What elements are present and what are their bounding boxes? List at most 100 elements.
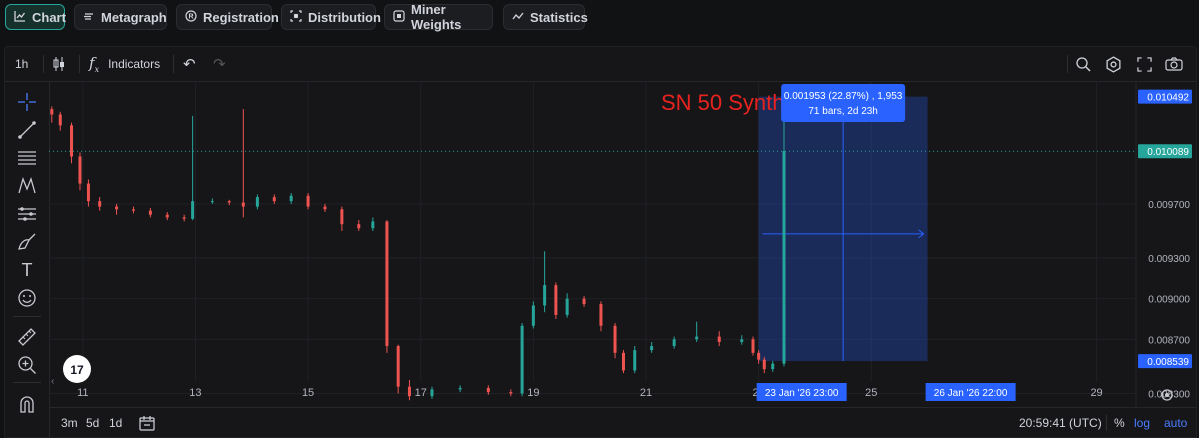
time-tick-label: 17 xyxy=(415,387,427,399)
statistics-icon xyxy=(512,10,524,25)
range-5d[interactable]: 5d xyxy=(86,408,99,438)
zoom-in-icon[interactable] xyxy=(17,355,37,375)
chart-icon xyxy=(14,10,26,25)
settings-gear-icon[interactable] xyxy=(1105,47,1122,81)
date-range-icon[interactable] xyxy=(139,408,155,438)
emoji-icon[interactable] xyxy=(17,288,37,308)
time-label-end: 26 Jan '26 22:00 xyxy=(934,388,1008,399)
price-chart[interactable]: SN 50 Synth 0.001953 (22.87%) , 1,953 71… xyxy=(49,82,1196,407)
candles-icon[interactable] xyxy=(51,47,67,81)
candle-body xyxy=(371,221,375,229)
tab-distribution[interactable]: Distribution xyxy=(281,4,381,30)
top-navigation: Chart Metagraph R Registration Distribut… xyxy=(0,0,1199,36)
indicators-button[interactable]: fx Indicators xyxy=(89,47,160,81)
toolbar-divider xyxy=(173,55,174,73)
price-label-top: 0.010492 xyxy=(1147,93,1189,104)
forecast-icon[interactable] xyxy=(17,204,37,224)
price-axis[interactable]: 0.0097000.0093000.0090000.0087000.008300… xyxy=(1135,82,1196,407)
clock-utc[interactable]: 20:59:41 (UTC) xyxy=(1019,408,1102,438)
tools-divider xyxy=(13,382,41,383)
candle-body xyxy=(210,201,214,203)
candle-body xyxy=(717,336,721,342)
candle-body xyxy=(633,350,637,371)
interval-button[interactable]: 1h xyxy=(15,47,28,81)
tab-miner-weights[interactable]: Miner Weights xyxy=(384,2,493,32)
price-label-bottom: 0.008539 xyxy=(1147,357,1189,368)
candle-body xyxy=(751,339,755,353)
price-tick-label: 0.009300 xyxy=(1148,254,1190,265)
candle-body xyxy=(771,363,775,370)
magnet-icon[interactable] xyxy=(17,394,37,414)
candle-body xyxy=(357,224,361,229)
candle-body xyxy=(486,388,490,393)
tab-miner-weights-label: Miner Weights xyxy=(411,2,462,32)
candle-body xyxy=(554,285,558,315)
undo-icon[interactable]: ↶ xyxy=(183,47,196,81)
miner-weights-icon xyxy=(393,9,405,25)
candle-body xyxy=(385,221,389,347)
tab-statistics[interactable]: Statistics xyxy=(503,4,588,30)
candle-body xyxy=(782,151,786,364)
candle-body xyxy=(762,359,766,370)
candle-body xyxy=(241,202,245,207)
svg-text:17: 17 xyxy=(70,363,84,377)
tab-registration-label: Registration xyxy=(203,9,279,25)
candle-body xyxy=(520,325,524,394)
auto-toggle[interactable]: auto xyxy=(1164,408,1187,438)
time-tick-label: 13 xyxy=(189,387,201,399)
candle-body xyxy=(50,109,54,115)
tradingview-logo: 17 xyxy=(63,355,91,383)
text-tool-icon[interactable]: T xyxy=(17,260,37,280)
quick-search-icon[interactable] xyxy=(1075,47,1091,81)
pattern-icon[interactable] xyxy=(17,176,37,196)
log-toggle[interactable]: log xyxy=(1134,408,1150,438)
candle-body xyxy=(191,201,195,219)
candle-body xyxy=(272,197,276,202)
ruler-icon[interactable] xyxy=(17,327,37,347)
redo-icon[interactable]: ↷ xyxy=(213,47,226,81)
candle-body xyxy=(306,195,310,207)
candle-body xyxy=(58,114,62,126)
candle-body xyxy=(182,217,186,219)
tools-divider xyxy=(13,316,41,317)
percent-toggle[interactable]: % xyxy=(1114,408,1125,438)
time-tick-label: 19 xyxy=(527,387,539,399)
candle-body xyxy=(621,352,625,371)
time-tick-label: 15 xyxy=(302,387,314,399)
candle-body xyxy=(599,304,603,326)
bottom-divider xyxy=(1106,415,1107,431)
candle-body xyxy=(407,386,411,397)
tab-metagraph[interactable]: Metagraph xyxy=(74,4,167,30)
grid-lines xyxy=(49,82,1136,394)
toolbar-divider xyxy=(43,55,44,73)
time-axis[interactable]: 11131517192123252923 Jan '26 23:0026 Jan… xyxy=(77,383,1103,401)
candle-body xyxy=(115,206,119,210)
candle-body xyxy=(78,156,82,184)
tab-registration[interactable]: R Registration xyxy=(176,4,279,30)
brush-icon[interactable] xyxy=(17,232,37,252)
collapse-toolbar-icon[interactable]: ‹ xyxy=(51,376,54,387)
toolbar-divider xyxy=(1067,55,1068,73)
tab-chart[interactable]: Chart xyxy=(5,4,66,30)
candle-body xyxy=(148,210,152,215)
fib-retracement-icon[interactable] xyxy=(17,148,37,168)
function-icon: fx xyxy=(89,54,100,74)
fullscreen-icon[interactable] xyxy=(1137,47,1152,81)
bottom-bar: 3m 5d 1d 20:59:41 (UTC) % log auto xyxy=(49,407,1196,438)
svg-text:R: R xyxy=(188,13,193,20)
camera-icon[interactable] xyxy=(1165,47,1183,81)
candle-body xyxy=(613,325,617,353)
candle-body xyxy=(255,197,259,207)
candle-body xyxy=(582,298,586,305)
candle-body xyxy=(740,339,744,342)
candle-body xyxy=(323,206,327,210)
candle-body xyxy=(227,201,231,203)
trend-line-icon[interactable] xyxy=(17,120,37,140)
candle-body xyxy=(695,336,699,340)
range-1d[interactable]: 1d xyxy=(109,408,122,438)
candle-body xyxy=(650,346,654,351)
tab-chart-label: Chart xyxy=(32,9,66,25)
chart-toolbar: 1h fx Indicators ↶ ↷ xyxy=(5,47,1196,82)
crosshair-icon[interactable] xyxy=(17,92,37,112)
range-3m[interactable]: 3m xyxy=(61,408,78,438)
